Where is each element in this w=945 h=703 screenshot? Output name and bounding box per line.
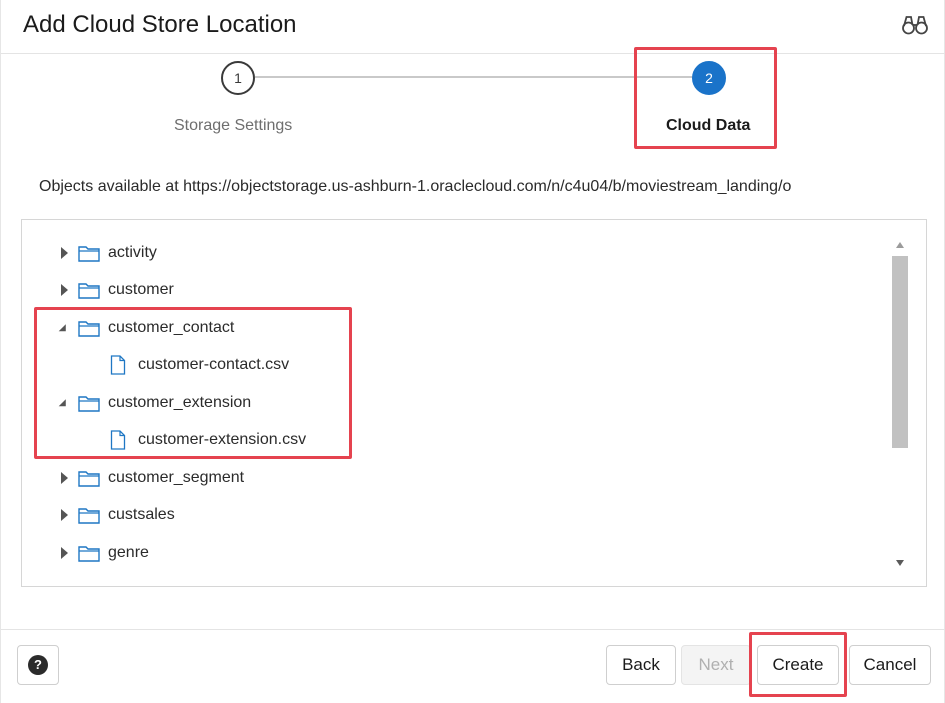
step-1-label[interactable]: Storage Settings	[174, 116, 292, 136]
scrollbar-thumb[interactable]	[892, 256, 908, 448]
next-button[interactable]: Next	[681, 645, 751, 685]
expand-toggle-icon[interactable]	[58, 277, 70, 303]
help-button[interactable]: ?	[17, 645, 59, 685]
binoculars-icon[interactable]	[901, 12, 929, 38]
stepper-connector	[255, 76, 695, 78]
step-1-indicator[interactable]: 1	[221, 61, 255, 95]
folder-icon	[78, 246, 100, 262]
tree-item-label: customer	[108, 281, 174, 298]
folder-icon	[78, 546, 100, 562]
expand-toggle-icon[interactable]	[58, 240, 70, 266]
tree-item-label: customer_segment	[108, 469, 245, 486]
scroll-up-icon[interactable]	[896, 242, 904, 248]
scroll-down-icon[interactable]	[896, 560, 904, 566]
expand-toggle-icon[interactable]	[58, 465, 70, 491]
tree-scrollbar[interactable]	[890, 234, 910, 574]
highlight-box-cloud-data-step	[634, 47, 777, 149]
folder-icon	[78, 471, 100, 487]
back-button[interactable]: Back	[606, 645, 676, 685]
tree-item-label: genre	[108, 544, 149, 561]
expand-toggle-icon[interactable]	[58, 540, 70, 566]
add-cloud-store-dialog: Add Cloud Store Location 1 2 Storage Set…	[0, 0, 945, 703]
tree-item-label: custsales	[108, 506, 175, 523]
folder-icon	[78, 283, 100, 299]
dialog-header: Add Cloud Store Location	[1, 0, 945, 54]
help-icon: ?	[28, 655, 48, 675]
folder-icon	[78, 508, 100, 524]
highlight-box-create-button	[749, 632, 847, 697]
cancel-button[interactable]: Cancel	[849, 645, 931, 685]
tree-item-label: activity	[108, 244, 157, 261]
dialog-title: Add Cloud Store Location	[23, 11, 297, 38]
objects-location-text: Objects available at https://objectstora…	[39, 178, 792, 195]
highlight-box-customer-folders	[34, 307, 352, 459]
expand-toggle-icon[interactable]	[58, 502, 70, 528]
